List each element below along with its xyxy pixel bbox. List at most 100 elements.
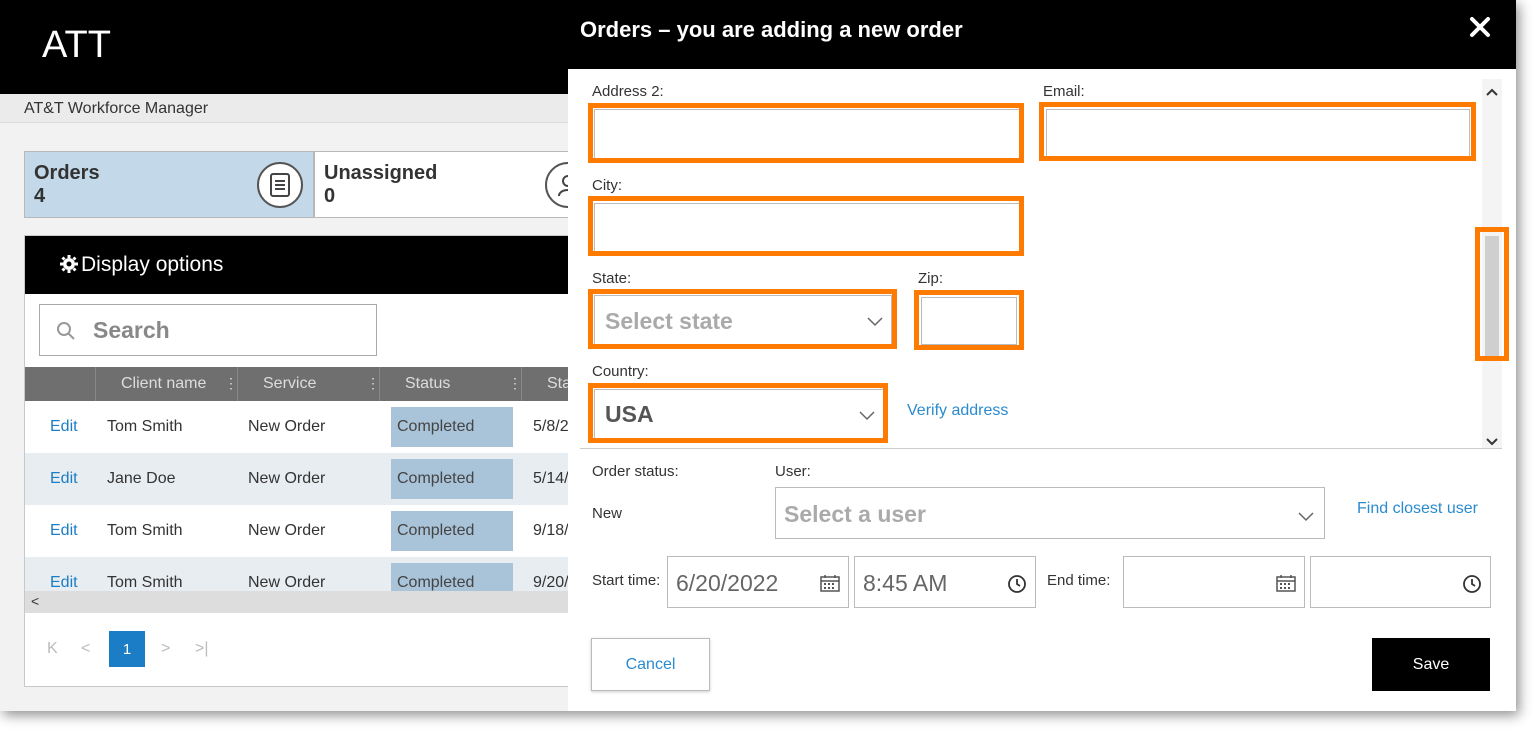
address2-label: Address 2: — [592, 83, 664, 100]
user-label: User: — [775, 463, 811, 480]
clock-icon[interactable] — [1462, 574, 1482, 599]
start-cell: 9/20/ — [533, 574, 569, 591]
order-status-value: New — [592, 505, 623, 522]
start-time-field[interactable]: 8:45 AM — [854, 556, 1036, 608]
clock-icon[interactable] — [1007, 574, 1027, 599]
current-page-button[interactable]: 1 — [109, 631, 145, 667]
display-options-label: Display options — [81, 253, 224, 276]
table-header: Client name ⋮ Service ⋮ Status ⋮ Sta — [25, 367, 585, 401]
column-header-status[interactable]: Status — [405, 375, 450, 393]
status-badge: Completed — [391, 563, 513, 591]
unassigned-summary-label: Unassigned — [324, 162, 438, 184]
status-badge: Completed — [391, 407, 513, 447]
start-date-field[interactable]: 6/20/2022 — [667, 556, 849, 608]
unassigned-summary-count: 0 — [324, 185, 336, 207]
start-cell: 5/8/2 — [533, 418, 569, 435]
end-time-label: End time: — [1047, 572, 1111, 589]
start-cell: 5/14/ — [533, 470, 569, 487]
verify-address-link[interactable]: Verify address — [907, 402, 1008, 420]
column-separator — [521, 367, 522, 401]
status-badge: Completed — [391, 511, 513, 551]
table-row: Edit Tom Smith New Order Completed 9/20/ — [25, 557, 585, 591]
table-row: Edit Tom Smith New Order Completed 9/18/ — [25, 505, 585, 557]
service-cell: New Order — [248, 470, 326, 487]
prev-page-icon[interactable]: < — [81, 640, 90, 658]
order-status-label: Order status: — [592, 463, 679, 480]
column-separator — [379, 367, 380, 401]
horizontal-scrollbar[interactable]: < — [25, 591, 585, 613]
orders-summary-count: 4 — [34, 185, 46, 207]
dialog-title: Orders – you are adding a new order — [580, 17, 963, 42]
user-select-placeholder: Select a user — [784, 501, 926, 527]
section-divider — [580, 448, 1502, 449]
app-subtitle: AT&T Workforce Manager — [24, 100, 209, 117]
calendar-icon[interactable] — [1276, 574, 1296, 597]
email-label: Email: — [1043, 83, 1085, 100]
service-cell: New Order — [248, 418, 326, 435]
highlight-box — [588, 196, 1024, 256]
end-time-field[interactable] — [1310, 556, 1491, 608]
save-button[interactable]: Save — [1372, 638, 1490, 691]
client-cell: Tom Smith — [107, 522, 183, 539]
edit-link[interactable]: Edit — [50, 522, 78, 540]
status-badge: Completed — [391, 459, 513, 499]
column-header-service[interactable]: Service — [263, 375, 316, 393]
next-page-icon[interactable]: > — [161, 640, 170, 658]
city-label: City: — [592, 177, 622, 194]
zip-label: Zip: — [918, 270, 944, 287]
highlight-box — [588, 383, 888, 443]
start-cell: 9/18/ — [533, 522, 569, 539]
search-placeholder: Search — [93, 317, 170, 343]
column-separator — [237, 367, 238, 401]
new-order-dialog: Orders – you are adding a new order Addr… — [568, 0, 1516, 711]
edit-link[interactable]: Edit — [50, 418, 78, 436]
client-cell: Tom Smith — [107, 418, 183, 435]
column-header-client[interactable]: Client name — [121, 375, 206, 393]
client-cell: Tom Smith — [107, 574, 183, 591]
service-cell: New Order — [248, 522, 326, 539]
search-icon — [56, 321, 76, 346]
user-select[interactable]: Select a user — [775, 487, 1325, 539]
start-time-value: 8:45 AM — [863, 570, 948, 596]
calendar-icon[interactable] — [820, 574, 840, 597]
search-input[interactable]: Search — [39, 304, 377, 356]
highlight-box — [914, 290, 1024, 350]
first-page-icon[interactable]: K — [47, 640, 58, 658]
highlight-box — [1475, 227, 1509, 361]
service-cell: New Order — [248, 574, 326, 591]
scroll-left-icon[interactable]: < — [31, 593, 39, 609]
orders-grid: Display options Search Client name ⋮ Ser… — [24, 235, 585, 687]
country-label: Country: — [592, 363, 649, 380]
edit-link[interactable]: Edit — [50, 470, 78, 488]
highlight-box — [1039, 102, 1476, 161]
start-time-label: Start time: — [592, 572, 661, 589]
column-menu-icon[interactable]: ⋮ — [224, 375, 238, 392]
state-label: State: — [592, 270, 632, 287]
screenshot-frame: ATT AT&T Workforce Manager Orders 4 Unas… — [0, 0, 1516, 711]
orders-summary-tile[interactable]: Orders 4 — [24, 151, 314, 218]
address-section: Address 2: Email: City: State: Select st… — [568, 69, 1516, 449]
highlight-box — [588, 103, 1024, 163]
end-date-field[interactable] — [1123, 556, 1305, 608]
unassigned-summary-tile[interactable]: Unassigned 0 — [314, 151, 591, 218]
chevron-down-icon — [1298, 509, 1314, 527]
highlight-box — [588, 289, 897, 349]
cancel-button[interactable]: Cancel — [591, 638, 710, 691]
app-title: ATT — [42, 24, 111, 66]
find-closest-user-link[interactable]: Find closest user — [1357, 500, 1478, 518]
dialog-header: Orders – you are adding a new order — [568, 0, 1516, 69]
last-page-icon[interactable]: >| — [195, 640, 209, 658]
table-row: Edit Tom Smith New Order Completed 5/8/2 — [25, 401, 585, 453]
scroll-up-icon[interactable] — [1486, 83, 1498, 101]
start-date-value: 6/20/2022 — [676, 570, 779, 596]
display-options-bar[interactable]: Display options — [25, 236, 585, 294]
column-menu-icon[interactable]: ⋮ — [508, 375, 522, 392]
orders-summary-label: Orders — [34, 162, 100, 184]
table-row: Edit Jane Doe New Order Completed 5/14/ — [25, 453, 585, 505]
column-menu-icon[interactable]: ⋮ — [366, 375, 380, 392]
client-cell: Jane Doe — [107, 470, 176, 487]
close-icon[interactable] — [1466, 13, 1496, 43]
column-separator — [95, 367, 96, 401]
document-icon — [257, 162, 303, 208]
edit-link[interactable]: Edit — [50, 574, 78, 591]
